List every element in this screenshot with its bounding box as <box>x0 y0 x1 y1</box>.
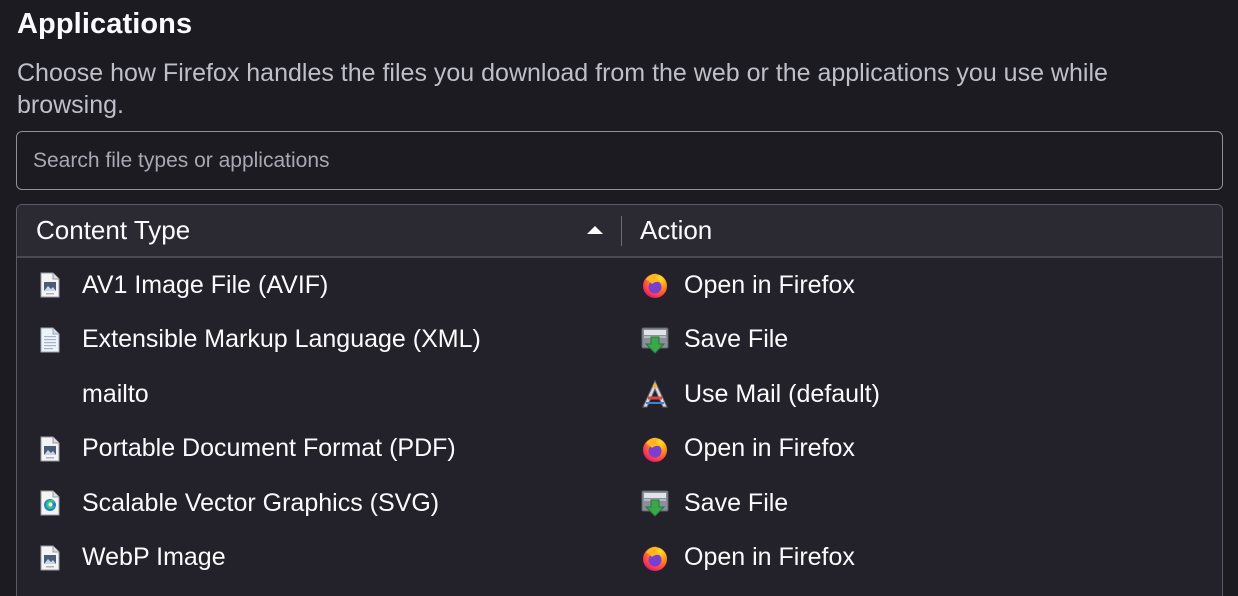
action-cell[interactable]: Open in Firefox <box>622 543 1222 573</box>
table-row[interactable]: mailto Use Mail (default) <box>17 367 1222 422</box>
content-type-cell: Portable Document Format (PDF) <box>17 434 622 463</box>
action-label: Save File <box>684 488 789 517</box>
firefox-icon <box>640 543 670 573</box>
content-type-cell: mailto <box>17 380 622 409</box>
action-label: Save File <box>684 325 789 354</box>
content-type-label: AV1 Image File (AVIF) <box>82 270 329 299</box>
content-type-cell: Extensible Markup Language (XML) <box>17 325 622 354</box>
search-input[interactable] <box>17 132 1222 189</box>
column-header-action-label: Action <box>640 215 713 245</box>
firefox-icon <box>640 434 670 464</box>
blank-icon <box>37 381 63 407</box>
section-title: Applications <box>17 8 193 40</box>
column-header-content-type[interactable]: Content Type <box>17 205 621 256</box>
image-file-icon <box>37 545 63 571</box>
save-file-icon <box>640 488 670 518</box>
action-cell[interactable]: Open in Firefox <box>622 434 1222 464</box>
table-header: Content Type Action <box>17 205 1222 258</box>
action-label: Open in Firefox <box>684 543 855 572</box>
content-type-cell: Scalable Vector Graphics (SVG) <box>17 489 622 518</box>
action-cell[interactable]: Use Mail (default) <box>622 379 1222 409</box>
table-row[interactable]: Portable Document Format (PDF) Open in F… <box>17 422 1222 477</box>
content-type-label: Extensible Markup Language (XML) <box>82 325 481 354</box>
action-label: Open in Firefox <box>684 434 855 463</box>
table-row[interactable]: AV1 Image File (AVIF) Open in Firefox <box>17 258 1222 313</box>
firefox-icon <box>640 270 670 300</box>
image-file-icon <box>37 272 63 298</box>
action-cell[interactable]: Save File <box>622 325 1222 355</box>
sort-ascending-icon <box>587 226 603 234</box>
column-header-action[interactable]: Action <box>622 205 1222 256</box>
save-file-icon <box>640 325 670 355</box>
applications-settings-page: Applications Choose how Firefox handles … <box>0 0 1238 596</box>
table-body: AV1 Image File (AVIF) Open in Firefox Ex… <box>17 258 1222 585</box>
content-type-cell: WebP Image <box>17 543 622 572</box>
mail-app-icon <box>640 379 670 409</box>
content-type-cell: AV1 Image File (AVIF) <box>17 271 622 300</box>
pdf-file-icon <box>37 436 63 462</box>
action-cell[interactable]: Save File <box>622 488 1222 518</box>
column-header-content-type-label: Content Type <box>36 215 191 245</box>
action-label: Open in Firefox <box>684 270 855 299</box>
content-type-label: WebP Image <box>82 543 226 572</box>
document-file-icon <box>37 327 63 353</box>
action-cell[interactable]: Open in Firefox <box>622 270 1222 300</box>
table-row[interactable]: Scalable Vector Graphics (SVG) Save File <box>17 476 1222 531</box>
content-type-label: Scalable Vector Graphics (SVG) <box>82 488 440 517</box>
action-label: Use Mail (default) <box>684 379 880 408</box>
edge-svg-file-icon <box>37 490 63 516</box>
table-row[interactable]: WebP Image Open in Firefox <box>17 531 1222 586</box>
section-description: Choose how Firefox handles the files you… <box>17 59 1108 119</box>
content-type-label: mailto <box>82 379 149 408</box>
applications-table: Content Type Action AV1 Image File (AVIF… <box>16 204 1223 596</box>
content-type-label: Portable Document Format (PDF) <box>82 434 456 463</box>
search-box[interactable] <box>16 131 1223 190</box>
table-row[interactable]: Extensible Markup Language (XML) Save Fi… <box>17 313 1222 368</box>
